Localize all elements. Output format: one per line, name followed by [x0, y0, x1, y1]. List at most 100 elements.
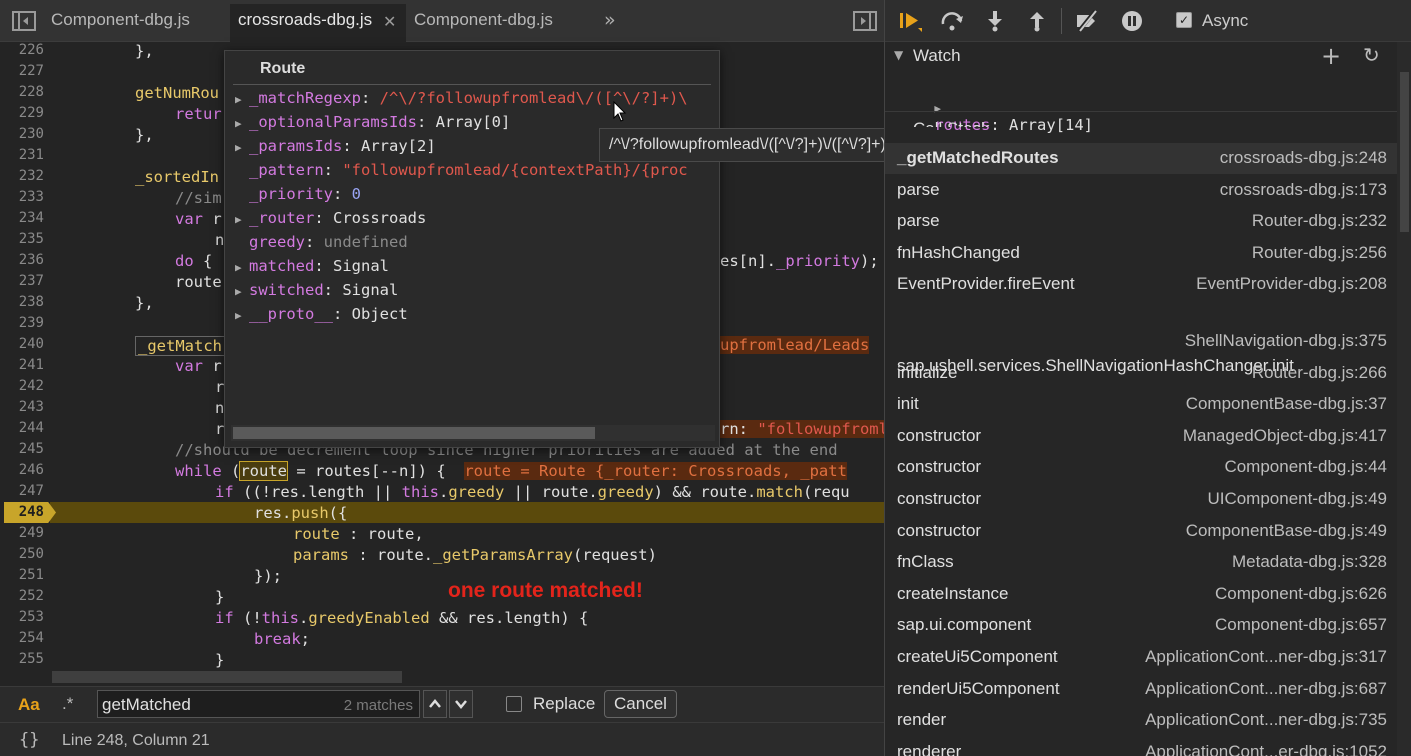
frame-location[interactable]: crossroads-dbg.js:173	[1220, 180, 1387, 200]
line-number[interactable]: 245	[0, 441, 44, 457]
property-row[interactable]: _pattern: "followupfromlead/{contextPath…	[235, 161, 688, 179]
expand-triangle-icon[interactable]: ▶	[235, 117, 249, 130]
watch-section-header[interactable]: ▼ Watch + ↻	[885, 42, 1397, 72]
tab-component-dbg[interactable]: Component-dbg.js	[51, 10, 190, 30]
frame-location[interactable]: ApplicationCont...ner-dbg.js:687	[1145, 679, 1387, 699]
line-number[interactable]: 244	[0, 420, 44, 436]
variable-inspector-popover[interactable]: Route ▶ _matchRegexp: /^\/?followupfromle…	[224, 50, 720, 448]
expand-triangle-icon[interactable]: ▶	[235, 309, 249, 322]
property-row[interactable]: greedy: undefined	[235, 233, 408, 251]
call-stack-frame[interactable]: createUi5Component ApplicationCont...ner-…	[897, 647, 1387, 678]
frame-location[interactable]: Component-dbg.js:626	[1215, 584, 1387, 604]
frame-location[interactable]: UIComponent-dbg.js:49	[1207, 489, 1387, 509]
line-number[interactable]: 238	[0, 294, 44, 310]
line-number[interactable]: 232	[0, 168, 44, 184]
expand-triangle-icon[interactable]: ▶	[235, 261, 249, 274]
frame-location[interactable]: ComponentBase-dbg.js:49	[1186, 521, 1387, 541]
line-number[interactable]: 246	[0, 462, 44, 478]
line-number[interactable]: 254	[0, 630, 44, 646]
call-stack-frame[interactable]: constructor ComponentBase-dbg.js:49	[897, 521, 1387, 552]
add-watch-icon[interactable]: +	[1321, 42, 1341, 70]
line-number[interactable]: 236	[0, 252, 44, 268]
line-number[interactable]: 241	[0, 357, 44, 373]
line-number[interactable]: 249	[0, 525, 44, 541]
line-number[interactable]: 251	[0, 567, 44, 583]
line-number[interactable]: 237	[0, 273, 44, 289]
line-number[interactable]: 253	[0, 609, 44, 625]
next-match-button[interactable]	[449, 690, 473, 718]
line-number[interactable]: 252	[0, 588, 44, 604]
property-row[interactable]: ▶ _router: Crossroads	[235, 209, 426, 227]
call-stack-frame[interactable]: parse Router-dbg.js:232	[897, 211, 1387, 242]
line-number[interactable]: 255	[0, 651, 44, 667]
call-stack-frame[interactable]: parse crossroads-dbg.js:173	[897, 180, 1387, 211]
expand-triangle-icon[interactable]: ▶	[235, 93, 249, 106]
watch-expression[interactable]: ▶ routes: Array[14]	[897, 80, 1093, 152]
frame-location[interactable]: Router-dbg.js:232	[1252, 211, 1387, 231]
replace-checkbox[interactable]	[506, 696, 522, 712]
call-stack-frame[interactable]: _getMatchedRoutes crossroads-dbg.js:248	[897, 148, 1387, 179]
line-number[interactable]: 243	[0, 399, 44, 415]
property-row[interactable]: ▶ _paramsIds: Array[2]	[235, 137, 436, 155]
line-number[interactable]: 231	[0, 147, 44, 163]
call-stack-frame[interactable]: fnHashChanged Router-dbg.js:256	[897, 243, 1387, 274]
match-case-toggle[interactable]: Aa	[18, 695, 40, 715]
step-out-icon[interactable]	[1025, 10, 1049, 32]
line-number[interactable]: 250	[0, 546, 44, 562]
expand-triangle-icon[interactable]: ▶	[934, 102, 941, 115]
frame-location[interactable]: ApplicationCont...er-dbg.js:1052	[1145, 742, 1387, 756]
frame-location[interactable]: ManagedObject-dbg.js:417	[1183, 426, 1387, 446]
call-stack-frame[interactable]: init ComponentBase-dbg.js:37	[897, 394, 1387, 425]
frame-location[interactable]: crossroads-dbg.js:248	[1220, 148, 1387, 168]
property-row[interactable]: ▶ matched: Signal	[235, 257, 389, 275]
previous-match-button[interactable]	[423, 690, 447, 718]
property-row[interactable]: ▶ __proto__: Object	[235, 305, 408, 323]
line-number[interactable]: 242	[0, 378, 44, 394]
pretty-print-button[interactable]: {}	[19, 730, 39, 750]
property-row[interactable]: _priority: 0	[235, 185, 361, 203]
deactivate-breakpoints-icon[interactable]	[1075, 10, 1099, 32]
tab-component-dbg-2[interactable]: Component-dbg.js	[414, 10, 553, 30]
frame-location[interactable]: ComponentBase-dbg.js:37	[1186, 394, 1387, 414]
frame-location[interactable]: Router-dbg.js:266	[1252, 363, 1387, 383]
call-stack-frame[interactable]: renderer ApplicationCont...er-dbg.js:1052	[897, 742, 1387, 756]
expand-triangle-icon[interactable]: ▶	[235, 213, 249, 226]
line-number[interactable]: 226	[0, 42, 44, 58]
call-stack-frame[interactable]: renderUi5Component ApplicationCont...ner-…	[897, 679, 1387, 710]
more-tabs-icon[interactable]: »	[604, 9, 616, 31]
expand-triangle-icon[interactable]: ▶	[235, 141, 249, 154]
close-tab-icon[interactable]: ✕	[383, 12, 396, 31]
call-stack-frame[interactable]: sap.ushell.services.ShellNavigationHashC…	[897, 331, 1387, 375]
call-stack-frame[interactable]: initialize Router-dbg.js:266	[897, 363, 1387, 394]
toggle-debugger-icon[interactable]	[853, 11, 877, 31]
async-checkbox[interactable]: ✓	[1176, 12, 1192, 28]
property-row[interactable]: ▶ switched: Signal	[235, 281, 398, 299]
line-number[interactable]: 230	[0, 126, 44, 142]
frame-location[interactable]: Component-dbg.js:657	[1215, 615, 1387, 635]
pause-on-exceptions-icon[interactable]	[1120, 10, 1144, 32]
toggle-navigator-icon[interactable]	[12, 11, 36, 31]
frame-location[interactable]: EventProvider-dbg.js:208	[1196, 274, 1387, 294]
scrollbar-thumb[interactable]	[1400, 72, 1409, 232]
popover-scrollbar[interactable]	[231, 425, 715, 441]
line-number[interactable]: 235	[0, 231, 44, 247]
cancel-button[interactable]: Cancel	[604, 690, 677, 718]
line-number[interactable]: 240	[0, 336, 44, 352]
line-number[interactable]: 233	[0, 189, 44, 205]
call-stack-frame[interactable]: EventProvider.fireEvent EventProvider-dbg…	[897, 274, 1387, 305]
frame-location[interactable]: Router-dbg.js:256	[1252, 243, 1387, 263]
line-number[interactable]: 234	[0, 210, 44, 226]
frame-location[interactable]: ApplicationCont...ner-dbg.js:317	[1145, 647, 1387, 667]
search-input[interactable]: getMatched 2 matches	[97, 690, 420, 718]
line-number[interactable]: 247	[0, 483, 44, 499]
refresh-icon[interactable]: ↻	[1363, 43, 1380, 67]
tab-crossroads-dbg[interactable]: crossroads-dbg.js	[238, 10, 372, 30]
line-number[interactable]: 229	[0, 105, 44, 121]
step-into-icon[interactable]	[983, 10, 1007, 32]
expand-triangle-icon[interactable]: ▶	[235, 285, 249, 298]
resume-icon[interactable]	[898, 10, 922, 32]
scrollbar-thumb[interactable]	[233, 427, 595, 439]
line-number[interactable]: 239	[0, 315, 44, 331]
sidebar-scrollbar[interactable]	[1397, 42, 1411, 756]
call-stack-frame[interactable]: fnClass Metadata-dbg.js:328	[897, 552, 1387, 583]
